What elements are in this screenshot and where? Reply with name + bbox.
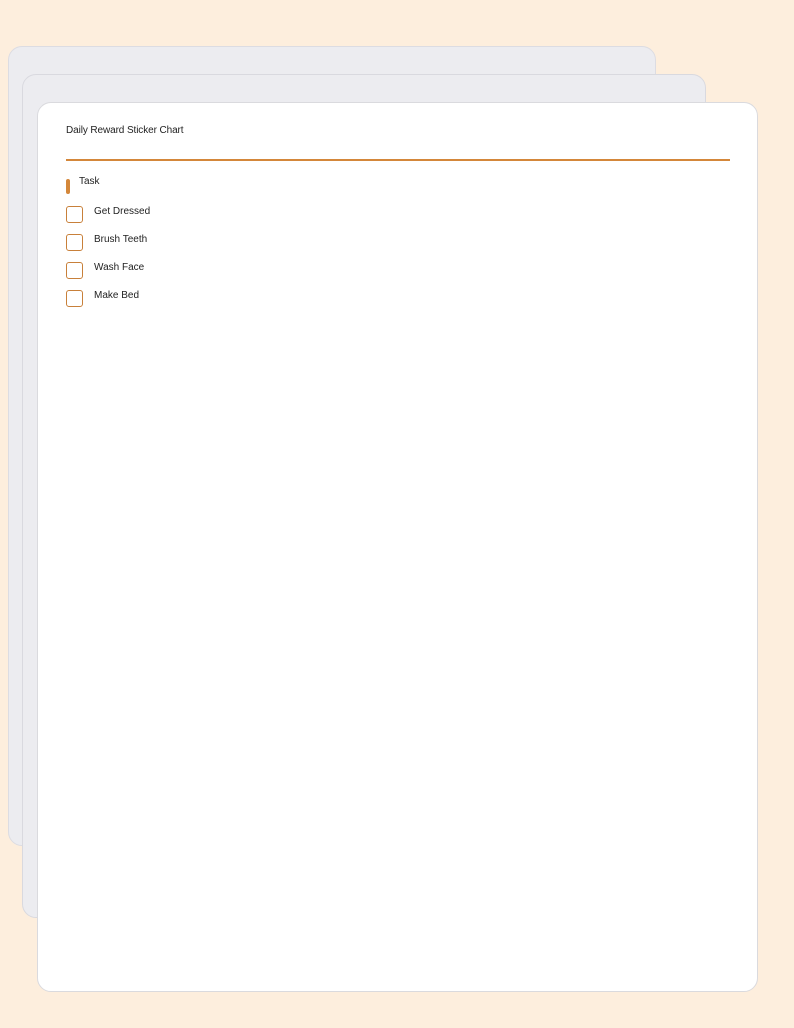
list-item: Brush Teeth	[66, 234, 150, 262]
task-checkbox-get-dressed[interactable]	[66, 206, 83, 223]
document-page: Daily Reward Sticker Chart Task Get Dres…	[37, 102, 758, 992]
task-checkbox-make-bed[interactable]	[66, 290, 83, 307]
section-heading: Task	[79, 176, 100, 187]
task-label: Brush Teeth	[94, 234, 148, 245]
task-checkbox-wash-face[interactable]	[66, 262, 83, 279]
title-divider	[66, 159, 730, 161]
task-list: Get Dressed Brush Teeth Wash Face Make B…	[66, 206, 150, 318]
list-item: Wash Face	[66, 262, 150, 290]
section-marker	[66, 179, 70, 194]
task-label: Get Dressed	[94, 206, 151, 217]
task-label: Make Bed	[94, 290, 140, 301]
task-checkbox-brush-teeth[interactable]	[66, 234, 83, 251]
page-title: Daily Reward Sticker Chart	[66, 125, 184, 136]
list-item: Get Dressed	[66, 206, 150, 234]
task-label: Wash Face	[94, 262, 145, 273]
list-item: Make Bed	[66, 290, 150, 318]
